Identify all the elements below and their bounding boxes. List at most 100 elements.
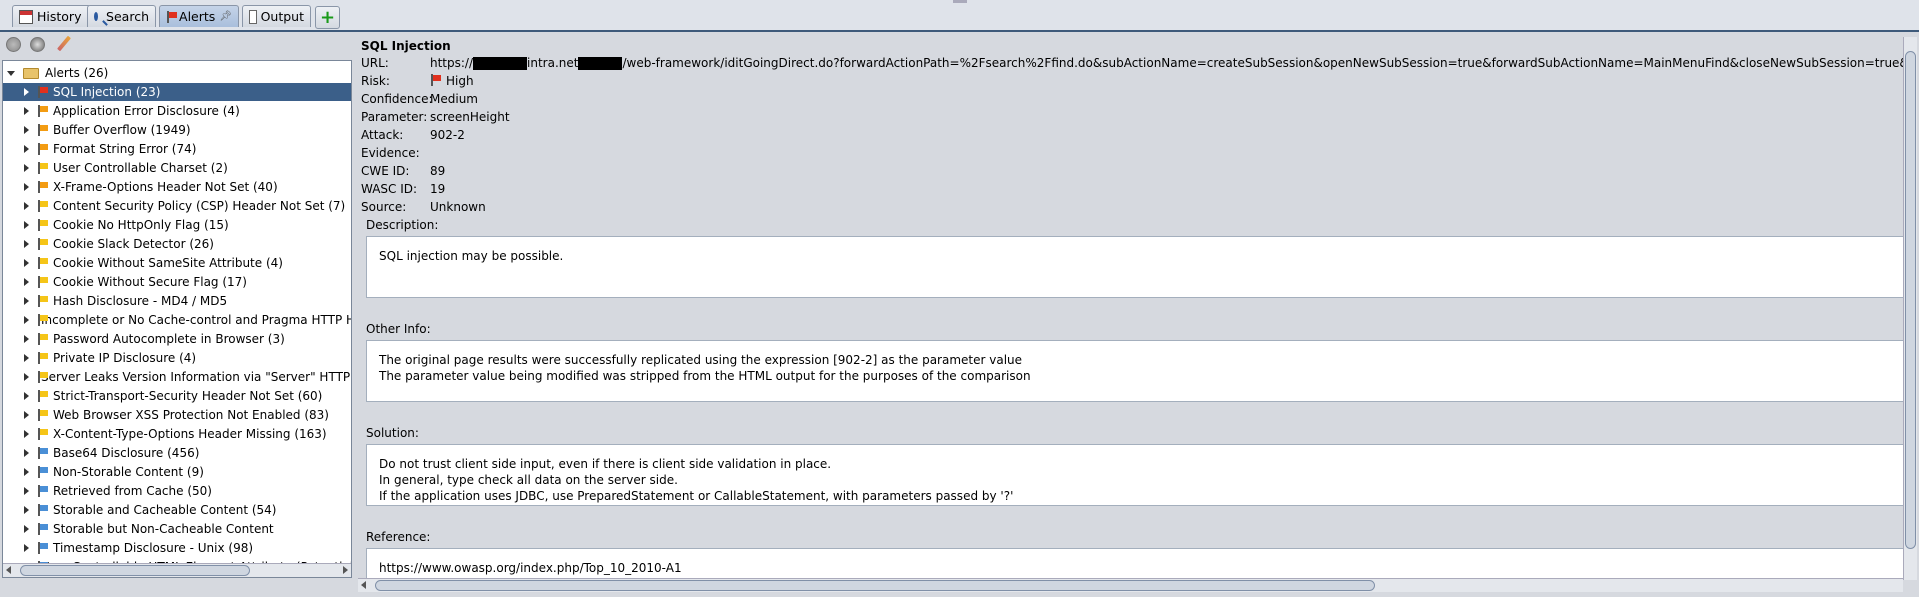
flag-icon (37, 409, 49, 421)
solution-line: If the application uses JDBC, use Prepar… (379, 489, 1014, 503)
field-label: Risk: (361, 74, 390, 88)
detail-horizontal-scrollbar[interactable] (358, 578, 1903, 592)
split-divider[interactable] (353, 33, 357, 597)
tree-item-label: X-Frame-Options Header Not Set (40) (53, 180, 278, 194)
expand-arrow-icon[interactable] (24, 354, 29, 362)
description-line: SQL injection may be possible. (379, 249, 564, 263)
other-info-text[interactable]: The original page results were successfu… (366, 340, 1906, 402)
expand-arrow-icon[interactable] (24, 430, 29, 438)
scroll-left-icon[interactable] (361, 581, 366, 589)
tree-item[interactable]: Storable but Non-Cacheable Content (3, 520, 351, 538)
flag-icon (37, 238, 49, 250)
tab-history[interactable]: History (12, 5, 91, 27)
add-tab-button[interactable]: + (315, 6, 340, 29)
solution-text[interactable]: Do not trust client side input, even if … (366, 444, 1906, 506)
tree-item[interactable]: Server Leaks Version Information via "Se… (3, 368, 351, 386)
tree-item[interactable]: Cookie Without Secure Flag (17) (3, 273, 351, 291)
panel-drag-handle[interactable] (953, 0, 967, 3)
scrollbar-thumb[interactable] (20, 565, 250, 576)
tab-label: Output (260, 9, 304, 24)
scrollbar-thumb[interactable] (1905, 51, 1916, 549)
tree-item-label: Web Browser XSS Protection Not Enabled (… (53, 408, 329, 422)
scroll-left-icon[interactable] (6, 566, 11, 574)
flag-icon (37, 162, 49, 174)
tree-item[interactable]: Base64 Disclosure (456) (3, 444, 351, 462)
tree-item-label: Storable and Cacheable Content (54) (53, 503, 277, 517)
expand-arrow-icon[interactable] (24, 164, 29, 172)
tree-item[interactable]: X-Content-Type-Options Header Missing (1… (3, 425, 351, 443)
tree-item[interactable]: Buffer Overflow (1949) (3, 121, 351, 139)
tree-item[interactable]: User Controllable Charset (2) (3, 159, 351, 177)
expand-arrow-icon[interactable] (24, 202, 29, 210)
tree-item[interactable]: Web Browser XSS Protection Not Enabled (… (3, 406, 351, 424)
detail-vertical-scrollbar[interactable] (1903, 37, 1917, 580)
expand-arrow-icon[interactable] (24, 373, 29, 381)
expand-arrow-icon[interactable] (24, 506, 29, 514)
expand-arrow-icon[interactable] (24, 278, 29, 286)
expand-arrow-icon[interactable] (24, 221, 29, 229)
tree-item-label: Timestamp Disclosure - Unix (98) (53, 541, 254, 555)
expand-arrow-icon[interactable] (24, 392, 29, 400)
flag-icon (430, 74, 442, 86)
reference-section: Reference: https://www.owasp.org/index.p… (366, 530, 1910, 578)
tree-item[interactable]: Format String Error (74) (3, 140, 351, 158)
attack-value: 902-2 (430, 128, 465, 142)
expand-arrow-icon[interactable] (24, 544, 29, 552)
reference-text[interactable]: https://www.owasp.org/index.php/Top_10_2… (366, 548, 1906, 578)
description-text[interactable]: SQL injection may be possible. (366, 236, 1906, 298)
tree-item[interactable]: Storable and Cacheable Content (54) (3, 501, 351, 519)
tree-item[interactable]: Cookie Without SameSite Attribute (4) (3, 254, 351, 272)
tab-bar: History Search Alerts 📌︎ Output + (0, 0, 1919, 32)
flag-icon (37, 504, 49, 516)
tree-item[interactable]: Password Autocomplete in Browser (3) (3, 330, 351, 348)
scope-filter-icon[interactable] (6, 37, 21, 52)
scroll-right-icon[interactable] (343, 566, 348, 574)
expand-arrow-icon[interactable] (24, 88, 29, 96)
tree-item[interactable]: Content Security Policy (CSP) Header Not… (3, 197, 351, 215)
expand-arrow-icon[interactable] (7, 70, 15, 76)
tree-item[interactable]: Retrieved from Cache (50) (3, 482, 351, 500)
expand-arrow-icon[interactable] (24, 183, 29, 191)
reference-link[interactable]: https://www.owasp.org/index.php/Top_10_2… (379, 560, 1893, 576)
expand-arrow-icon[interactable] (24, 335, 29, 343)
tree-item[interactable]: Strict-Transport-Security Header Not Set… (3, 387, 351, 405)
expand-arrow-icon[interactable] (24, 297, 29, 305)
expand-arrow-icon[interactable] (24, 145, 29, 153)
expand-arrow-icon[interactable] (24, 411, 29, 419)
expand-arrow-icon[interactable] (24, 525, 29, 533)
tree-item[interactable]: Non-Storable Content (9) (3, 463, 351, 481)
expand-arrow-icon[interactable] (24, 126, 29, 134)
tab-search[interactable]: Search (87, 5, 156, 27)
tree-item[interactable]: Private IP Disclosure (4) (3, 349, 351, 367)
expand-arrow-icon[interactable] (24, 316, 29, 324)
expand-arrow-icon[interactable] (24, 259, 29, 267)
url-row: URL: https://intra.net/web-framework/idi… (361, 56, 1910, 72)
flag-icon (37, 447, 49, 459)
alerts-tree[interactable]: Alerts (26) SQL Injection (23) Applicatio… (2, 60, 352, 578)
tree-item[interactable]: Cookie Slack Detector (26) (3, 235, 351, 253)
tree-item-label: Format String Error (74) (53, 142, 197, 156)
tree-horizontal-scrollbar[interactable] (3, 563, 351, 577)
tree-item[interactable]: X-Frame-Options Header Not Set (40) (3, 178, 351, 196)
tab-output[interactable]: Output (242, 5, 311, 27)
other-info-section: Other Info: The original page results we… (366, 322, 1910, 414)
expand-arrow-icon[interactable] (24, 107, 29, 115)
tree-item[interactable]: Timestamp Disclosure - Unix (98) (3, 539, 351, 557)
tree-item[interactable]: Hash Disclosure - MD4 / MD5 (3, 292, 351, 310)
tree-root[interactable]: Alerts (26) (7, 64, 108, 82)
expand-arrow-icon[interactable] (24, 487, 29, 495)
tree-item[interactable]: SQL Injection (23) (3, 83, 351, 101)
field-label: Source: (361, 200, 407, 214)
tree-item[interactable]: Cookie No HttpOnly Flag (15) (3, 216, 351, 234)
expand-arrow-icon[interactable] (24, 468, 29, 476)
tab-alerts[interactable]: Alerts 📌︎ (159, 5, 239, 27)
link-with-sites-icon[interactable] (30, 37, 45, 52)
pin-icon[interactable]: 📌︎ (219, 11, 232, 22)
tree-item[interactable]: Incomplete or No Cache-control and Pragm… (3, 311, 351, 329)
expand-arrow-icon[interactable] (24, 449, 29, 457)
expand-arrow-icon[interactable] (24, 240, 29, 248)
tree-item[interactable]: Application Error Disclosure (4) (3, 102, 351, 120)
edit-pencil-icon[interactable] (57, 35, 71, 52)
url-value[interactable]: https://intra.net/web-framework/iditGoin… (430, 56, 1910, 72)
scrollbar-thumb[interactable] (375, 580, 1375, 591)
